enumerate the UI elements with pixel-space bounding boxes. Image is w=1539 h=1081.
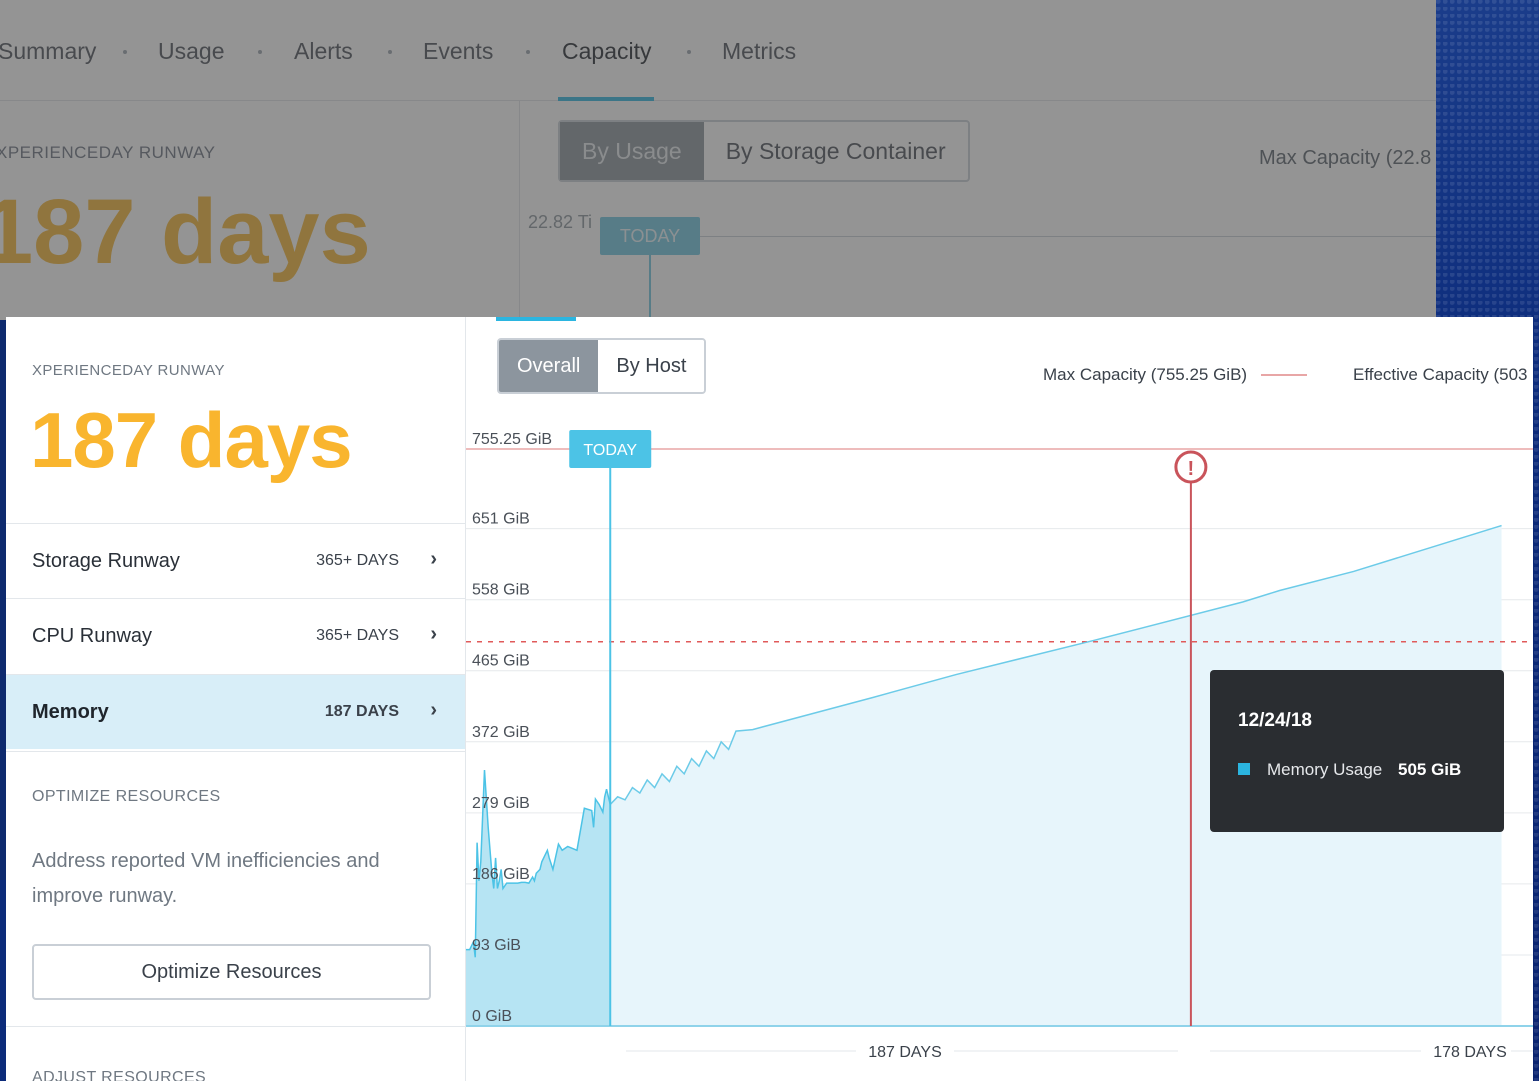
- optimize-resources-description: Address reported VM inefficiencies and i…: [32, 850, 380, 907]
- tab-usage[interactable]: Usage: [158, 38, 224, 65]
- background-axis-label: 22.82 Ti: [528, 212, 593, 232]
- y-tick-label: 755.25 GiB: [472, 431, 552, 448]
- tooltip-series-label: Memory Usage: [1267, 760, 1383, 779]
- y-tick-label: 279 GiB: [472, 795, 530, 812]
- runway-item-label: Storage Runway: [32, 550, 180, 572]
- optimize-resources-button[interactable]: Optimize Resources: [32, 944, 431, 1000]
- runway-item-cpu[interactable]: CPU Runway 365+ DAYS ›: [6, 598, 465, 673]
- background-tab-bar: Summary Usage Alerts Events Capacity Met…: [0, 0, 1436, 101]
- runway-list-divider: [6, 751, 465, 752]
- warning-icon-glyph: !: [1188, 458, 1195, 480]
- y-tick-label: 0 GiB: [472, 1008, 512, 1025]
- tab-metrics[interactable]: Metrics: [722, 38, 796, 65]
- background-runway-days: 187 days: [0, 181, 371, 283]
- tab-capacity[interactable]: Capacity: [562, 38, 651, 65]
- tab-separator: [388, 50, 392, 54]
- y-tick-label: 186 GiB: [472, 866, 530, 883]
- y-tick-label: 558 GiB: [472, 582, 530, 599]
- runway-item-value: 365+ DAYS: [316, 627, 399, 644]
- background-gridline: [600, 236, 1436, 237]
- chevron-right-icon: ›: [430, 623, 437, 645]
- background-window: Summary Usage Alerts Events Capacity Met…: [0, 0, 1436, 320]
- runway-days: 187 days: [30, 396, 353, 484]
- chevron-right-icon: ›: [430, 548, 437, 570]
- background-max-capacity-legend: Max Capacity (22.8: [1259, 147, 1432, 169]
- runway-item-label: Memory: [32, 701, 109, 723]
- runway-sidebar: XPERIENCEDAY RUNWAY 187 days Storage Run…: [6, 317, 466, 1081]
- runway-item-value: 187 DAYS: [324, 703, 399, 720]
- tab-alerts[interactable]: Alerts: [294, 38, 353, 65]
- active-tab-underline: [558, 97, 654, 101]
- y-tick-label: 651 GiB: [472, 511, 530, 528]
- adjust-resources-title: ADJUST RESOURCES: [32, 1069, 207, 1081]
- background-today-line: [649, 255, 651, 320]
- tab-summary[interactable]: Summary: [0, 38, 96, 65]
- duration-label-days: 187 DAYS: [868, 1044, 942, 1061]
- tooltip-date: 12/24/18: [1238, 710, 1312, 731]
- tooltip-series-swatch: [1238, 763, 1250, 775]
- tooltip-series-value: 505 GiB: [1398, 760, 1462, 779]
- optimize-resources-title: OPTIMIZE RESOURCES: [32, 788, 221, 805]
- tab-separator: [258, 50, 262, 54]
- memory-runway-chart-panel: Overall By Host Max Capacity (755.25 GiB…: [466, 317, 1533, 1081]
- background-today-badge: TODAY: [600, 217, 700, 255]
- runway-item-value: 365+ DAYS: [316, 552, 399, 569]
- background-divider: [519, 101, 520, 320]
- capacity-runway-window: XPERIENCEDAY RUNWAY 187 days Storage Run…: [6, 317, 1533, 1081]
- chart-tooltip: 12/24/18 Memory Usage 505 GiB: [1210, 670, 1504, 832]
- chevron-right-icon: ›: [430, 699, 437, 721]
- y-tick-label: 93 GiB: [472, 937, 521, 954]
- tab-separator: [123, 50, 127, 54]
- runway-item-storage[interactable]: Storage Runway 365+ DAYS ›: [6, 523, 465, 598]
- tab-separator: [687, 50, 691, 54]
- tab-separator: [526, 50, 530, 54]
- segment-by-storage-container[interactable]: By Storage Container: [704, 122, 968, 180]
- runway-item-label: CPU Runway: [32, 625, 153, 647]
- section-divider: [6, 1026, 465, 1027]
- y-tick-label: 372 GiB: [472, 724, 530, 741]
- today-badge-label: TODAY: [583, 442, 637, 459]
- runway-item-memory[interactable]: Memory 187 DAYS ›: [6, 674, 465, 749]
- background-segment-control: By Usage By Storage Container: [558, 120, 970, 182]
- segment-by-usage[interactable]: By Usage: [560, 122, 704, 180]
- y-tick-label: 465 GiB: [472, 653, 530, 670]
- background-runway-title: XPERIENCEDAY RUNWAY: [0, 143, 216, 162]
- runway-title: XPERIENCEDAY RUNWAY: [32, 362, 225, 379]
- duration-label-days: 178 DAYS: [1433, 1044, 1507, 1061]
- tab-events[interactable]: Events: [423, 38, 493, 65]
